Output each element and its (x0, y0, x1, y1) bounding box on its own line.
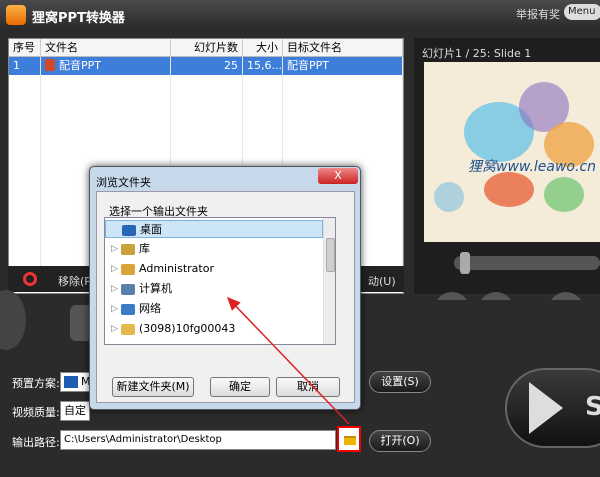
slide-text: 狸窝www.leawo.cn (468, 159, 597, 175)
menu-button[interactable]: Menu (564, 4, 600, 20)
ppt-file-icon (45, 59, 55, 71)
quality-label: 视频质量: (12, 406, 60, 419)
tree-item-label: 桌面 (140, 223, 162, 236)
preset-label: 预置方案: (12, 377, 60, 390)
dialog-title: 浏览文件夹 (96, 176, 151, 189)
tree-item-label: Administrator (139, 262, 214, 275)
settings-button[interactable]: 设置(S) (369, 371, 431, 393)
tree-item-folder[interactable]: ▷ (3098)10fg00043 (105, 320, 323, 338)
browse-folder-dialog: 浏览文件夹 X 选择一个输出文件夹 桌面 ▷ 库 ▷ Administrator… (89, 166, 361, 410)
tree-scrollbar[interactable] (323, 218, 335, 344)
auto-button[interactable]: 动(U) (368, 273, 396, 289)
header-index[interactable]: 序号 (9, 39, 41, 56)
folder-tree: 桌面 ▷ 库 ▷ Administrator ▷ 计算机 ▷ 网络 ▷ (309… (104, 217, 336, 345)
remove-icon[interactable] (23, 272, 37, 286)
header-size[interactable]: 大小 (243, 39, 283, 56)
expand-arrow-icon[interactable]: ▷ (111, 320, 118, 338)
user-folder-icon (121, 264, 135, 275)
start-button[interactable]: S (505, 368, 600, 448)
row-target: 配音PPT (283, 57, 403, 75)
expand-arrow-icon[interactable]: ▷ (111, 300, 118, 318)
open-button[interactable]: 打开(O) (369, 430, 431, 452)
folder-icon (344, 436, 356, 445)
expand-arrow-icon[interactable]: ▷ (111, 260, 118, 278)
app-title: 狸窝PPT转换器 (32, 11, 125, 26)
tree-item-label: 计算机 (139, 282, 172, 295)
table-row[interactable]: 1 配音PPT 25 15,6... 配音PPT (9, 57, 403, 75)
dialog-close-button[interactable]: X (318, 168, 358, 184)
preview-title: 幻灯片1 / 25: Slide 1 (422, 47, 532, 60)
row-index: 1 (9, 57, 41, 75)
desktop-icon (122, 225, 136, 236)
tree-item-network[interactable]: ▷ 网络 (105, 300, 323, 318)
tree-item-label: 库 (139, 242, 150, 255)
row-filename: 配音PPT (59, 59, 101, 72)
tree-item-desktop[interactable]: 桌面 (105, 220, 323, 238)
play-arrow-icon (529, 382, 563, 434)
path-label: 输出路径: (12, 436, 60, 449)
cancel-button[interactable]: 取消 (276, 377, 340, 397)
output-path-input[interactable]: C:\Users\Administrator\Desktop (60, 430, 336, 450)
video-preset-icon (64, 376, 78, 388)
report-link[interactable]: 举报有奖 (516, 6, 560, 22)
tree-item-label: 网络 (139, 302, 161, 315)
row-slides: 25 (171, 57, 243, 75)
row-size: 15,6... (243, 57, 283, 75)
row-filename-cell: 配音PPT (41, 57, 171, 75)
tree-item-computer[interactable]: ▷ 计算机 (105, 280, 323, 298)
slide-preview: 狸窝www.leawo.cn (424, 62, 600, 242)
expand-arrow-icon[interactable]: ▷ (111, 240, 118, 258)
slide-slider[interactable] (454, 256, 600, 270)
tree-item-label: (3098)10fg00043 (139, 322, 236, 335)
slider-knob[interactable] (460, 252, 470, 274)
network-icon (121, 304, 135, 315)
header-slides[interactable]: 幻灯片数 (171, 39, 243, 56)
preview-panel: 幻灯片1 / 25: Slide 1 狸窝www.leawo.cn ■ ◀◀ ▶… (414, 38, 600, 328)
tree-item-administrator[interactable]: ▷ Administrator (105, 260, 323, 278)
scrollbar-thumb[interactable] (326, 238, 335, 272)
file-list-header: 序号 文件名 幻灯片数 大小 目标文件名 (9, 39, 403, 57)
title-bar: 狸窝PPT转换器 举报有奖 Menu (0, 0, 600, 30)
browse-folder-button[interactable] (337, 426, 361, 452)
ok-button[interactable]: 确定 (210, 377, 270, 397)
start-label: S (585, 392, 600, 422)
header-target[interactable]: 目标文件名 (283, 39, 403, 56)
header-filename[interactable]: 文件名 (41, 39, 171, 56)
quality-select[interactable]: 自定 (60, 401, 90, 421)
folder-icon (121, 324, 135, 335)
tree-item-library[interactable]: ▷ 库 (105, 240, 323, 258)
app-logo-icon (6, 5, 26, 25)
new-folder-button[interactable]: 新建文件夹(M) (112, 377, 194, 397)
computer-icon (121, 284, 135, 295)
library-icon (121, 244, 135, 255)
expand-arrow-icon[interactable]: ▷ (111, 280, 118, 298)
